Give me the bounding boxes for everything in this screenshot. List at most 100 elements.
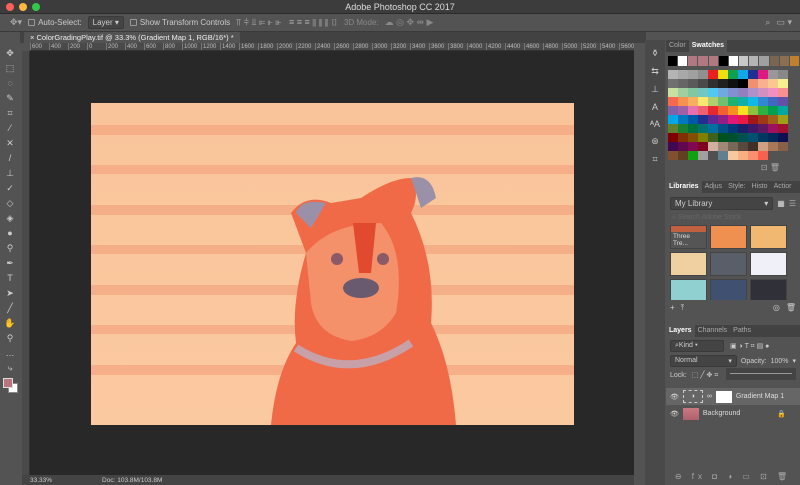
swatch[interactable]	[678, 133, 688, 142]
swatch[interactable]	[768, 88, 778, 97]
layer-row-background[interactable]: 👁 Background 🔒	[666, 405, 800, 422]
swatch[interactable]	[668, 70, 678, 79]
visibility-eye-icon[interactable]: 👁	[670, 393, 679, 401]
swatch[interactable]	[738, 124, 748, 133]
library-color-item[interactable]	[670, 252, 707, 276]
swatch[interactable]	[778, 133, 788, 142]
swatch[interactable]	[768, 79, 778, 88]
tab-swatches[interactable]: Swatches	[688, 40, 728, 52]
swatch[interactable]	[748, 70, 758, 79]
upload-icon[interactable]: ⤒	[681, 303, 685, 313]
layer-filter-dropdown[interactable]: ⌕Kind ▾	[670, 340, 724, 352]
swatch[interactable]	[758, 70, 768, 79]
swatch[interactable]	[778, 97, 788, 106]
swatch[interactable]	[738, 142, 748, 151]
swatch[interactable]	[698, 79, 708, 88]
swatch[interactable]	[668, 151, 678, 160]
swatch[interactable]	[708, 115, 718, 124]
swatch[interactable]	[668, 106, 678, 115]
list-view-icon[interactable]: ☰	[789, 199, 796, 208]
swatch[interactable]	[708, 79, 718, 88]
trash-icon[interactable]: 🗑	[786, 303, 796, 313]
swatch[interactable]	[738, 88, 748, 97]
swatch[interactable]	[678, 70, 688, 79]
swatch[interactable]	[728, 142, 738, 151]
swatch[interactable]	[698, 70, 708, 79]
swatch[interactable]	[728, 56, 739, 66]
swatch[interactable]	[749, 56, 759, 66]
crop-tool-icon[interactable]: ⌗	[2, 107, 18, 120]
swatch[interactable]	[668, 124, 678, 133]
swatch[interactable]	[728, 97, 738, 106]
tab-layers[interactable]: Layers	[666, 325, 695, 337]
swatch[interactable]	[668, 56, 678, 66]
swatch[interactable]	[708, 56, 718, 66]
more-tools-icon[interactable]: …	[2, 347, 18, 360]
document-tab[interactable]: × ColorGradingPlay.tif @ 33.3% (Gradient…	[24, 32, 240, 43]
swatch[interactable]	[728, 124, 738, 133]
swatch[interactable]	[718, 88, 728, 97]
measurement-icon[interactable]: ⌗	[652, 154, 657, 165]
swatch[interactable]	[768, 142, 778, 151]
clone-source-icon[interactable]: ⊥	[651, 84, 659, 95]
swatch[interactable]	[668, 97, 678, 106]
swatch[interactable]	[748, 151, 758, 160]
swatch[interactable]	[778, 124, 788, 133]
swatch[interactable]	[698, 115, 708, 124]
tab-actior[interactable]: Actior	[771, 181, 795, 193]
swatch[interactable]	[778, 70, 788, 79]
search-icon[interactable]: ⌕	[765, 17, 770, 28]
cc-icon[interactable]: ◎	[773, 303, 780, 313]
swatch[interactable]	[698, 142, 708, 151]
swatch[interactable]	[708, 124, 718, 133]
swatch[interactable]	[698, 133, 708, 142]
swatch[interactable]	[718, 56, 728, 66]
swatch[interactable]	[728, 106, 738, 115]
swatch[interactable]	[778, 106, 788, 115]
swatch[interactable]	[748, 124, 758, 133]
swatch[interactable]	[688, 79, 698, 88]
swatch[interactable]	[668, 88, 678, 97]
auto-select-checkbox[interactable]: Auto-Select:	[28, 18, 82, 27]
workspace-icon[interactable]: ▭ ▾	[776, 17, 792, 28]
swatch[interactable]	[718, 115, 728, 124]
swatch[interactable]	[668, 79, 678, 88]
healing-tool-icon[interactable]: ✕	[2, 137, 18, 150]
align-icons[interactable]: ⫪ ⫩ ⫫ ⊫ ⊩ ⊪ ≡ ≡ ≡ ⫴ ⫴ ⫴ ▯	[236, 17, 338, 28]
document-image[interactable]	[91, 103, 574, 425]
adjustments-icon[interactable]: ⇆	[651, 66, 659, 77]
layers-footer-icons[interactable]: ⊖ fx ◘ ◑ ▭ ⊡ 🗑	[666, 472, 800, 481]
swatch[interactable]	[738, 115, 748, 124]
foreground-color[interactable]	[3, 378, 13, 388]
brush-tool-icon[interactable]: /	[2, 152, 18, 165]
library-color-item[interactable]	[710, 225, 747, 249]
swatch[interactable]	[668, 115, 678, 124]
tab-histo[interactable]: Histo	[749, 181, 771, 193]
swatch[interactable]	[738, 70, 748, 79]
brush-settings-icon[interactable]: ⚱	[651, 48, 659, 59]
swatch[interactable]	[698, 56, 708, 66]
line-tool-icon[interactable]: ╱	[2, 302, 18, 315]
swatch[interactable]	[748, 115, 758, 124]
swatch[interactable]	[778, 142, 788, 151]
swatch[interactable]	[678, 106, 688, 115]
swatch[interactable]	[718, 97, 728, 106]
swatch[interactable]	[688, 70, 698, 79]
swatch[interactable]	[758, 151, 768, 160]
add-icon[interactable]: +	[670, 303, 675, 313]
swatch[interactable]	[768, 97, 778, 106]
opacity-slider[interactable]	[726, 368, 796, 380]
layer-row-gradient-map[interactable]: 👁 ◑ ∞ Gradient Map 1	[666, 388, 800, 405]
swatch[interactable]	[748, 142, 758, 151]
swatch[interactable]	[758, 124, 768, 133]
swatch[interactable]	[678, 151, 688, 160]
swatch[interactable]	[678, 124, 688, 133]
swatch[interactable]	[688, 142, 698, 151]
stock-search-input[interactable]: ⌕ Search Adobe Stock	[666, 210, 800, 222]
swatch[interactable]	[778, 115, 788, 124]
swatch[interactable]	[688, 97, 698, 106]
paint-bucket-icon[interactable]: ◈	[2, 212, 18, 225]
swatch[interactable]	[668, 142, 678, 151]
swatch[interactable]	[678, 56, 688, 66]
swatch[interactable]	[708, 97, 718, 106]
